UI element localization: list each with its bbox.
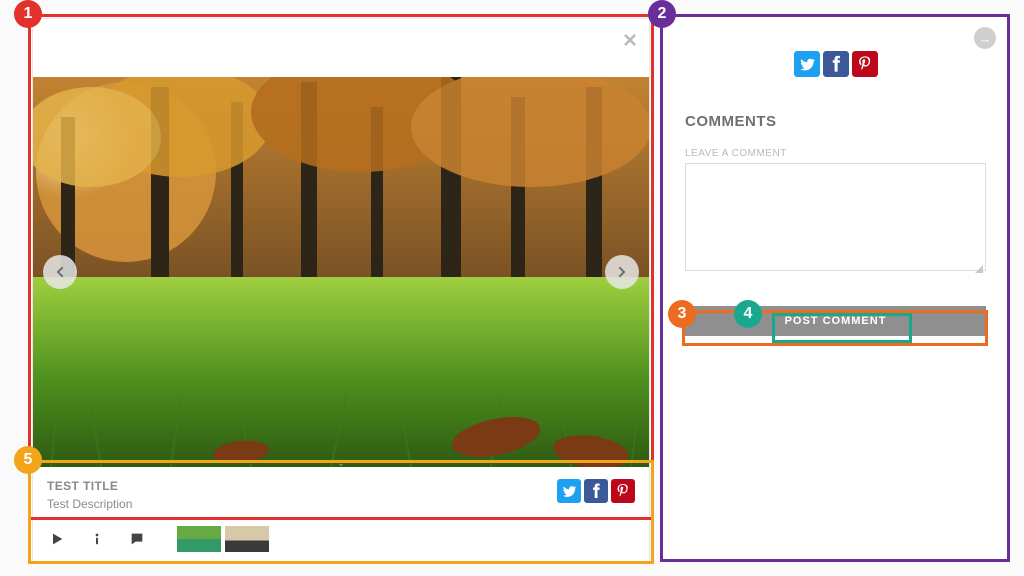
thumbnail-strip <box>177 526 269 552</box>
info-icon[interactable] <box>89 531 105 547</box>
sidebar-share-row <box>685 51 986 77</box>
thumbnail-2[interactable] <box>225 526 269 552</box>
photo-svg <box>33 77 649 467</box>
prev-photo-button[interactable] <box>43 255 77 289</box>
photo-title: TEST TITLE <box>47 479 132 493</box>
thumbnail-1[interactable] <box>177 526 221 552</box>
main-photo: ⌄ <box>33 77 649 467</box>
facebook-icon[interactable] <box>584 479 608 503</box>
caption-text: TEST TITLE Test Description <box>47 479 132 511</box>
photo-description: Test Description <box>47 497 132 511</box>
twitter-icon[interactable] <box>794 51 820 77</box>
post-comment-label: POST COMMENT <box>785 315 887 327</box>
caption-share-row <box>557 479 635 503</box>
leave-comment-label: LEAVE A COMMENT <box>685 148 986 159</box>
twitter-icon[interactable] <box>557 479 581 503</box>
gallery-toolbar <box>33 519 649 558</box>
post-comment-button[interactable]: POST COMMENT <box>685 306 986 336</box>
chevron-down-icon[interactable]: ⌄ <box>337 458 345 467</box>
play-icon[interactable] <box>49 531 65 547</box>
facebook-icon[interactable] <box>823 51 849 77</box>
comment-input[interactable] <box>685 163 986 271</box>
comments-pane: → COMMENTS LEAVE A COMMENT POST COMMENT <box>663 15 1008 560</box>
comments-heading: COMMENTS <box>685 113 986 130</box>
arrow-right-icon[interactable]: → <box>974 27 996 49</box>
next-photo-button[interactable] <box>605 255 639 289</box>
gallery-pane: × <box>32 18 650 563</box>
pinterest-icon[interactable] <box>852 51 878 77</box>
pinterest-icon[interactable] <box>611 479 635 503</box>
gallery-header: × <box>33 19 649 77</box>
caption-bar: TEST TITLE Test Description <box>33 467 649 519</box>
comment-icon[interactable] <box>129 531 145 547</box>
close-icon[interactable]: × <box>623 27 637 55</box>
